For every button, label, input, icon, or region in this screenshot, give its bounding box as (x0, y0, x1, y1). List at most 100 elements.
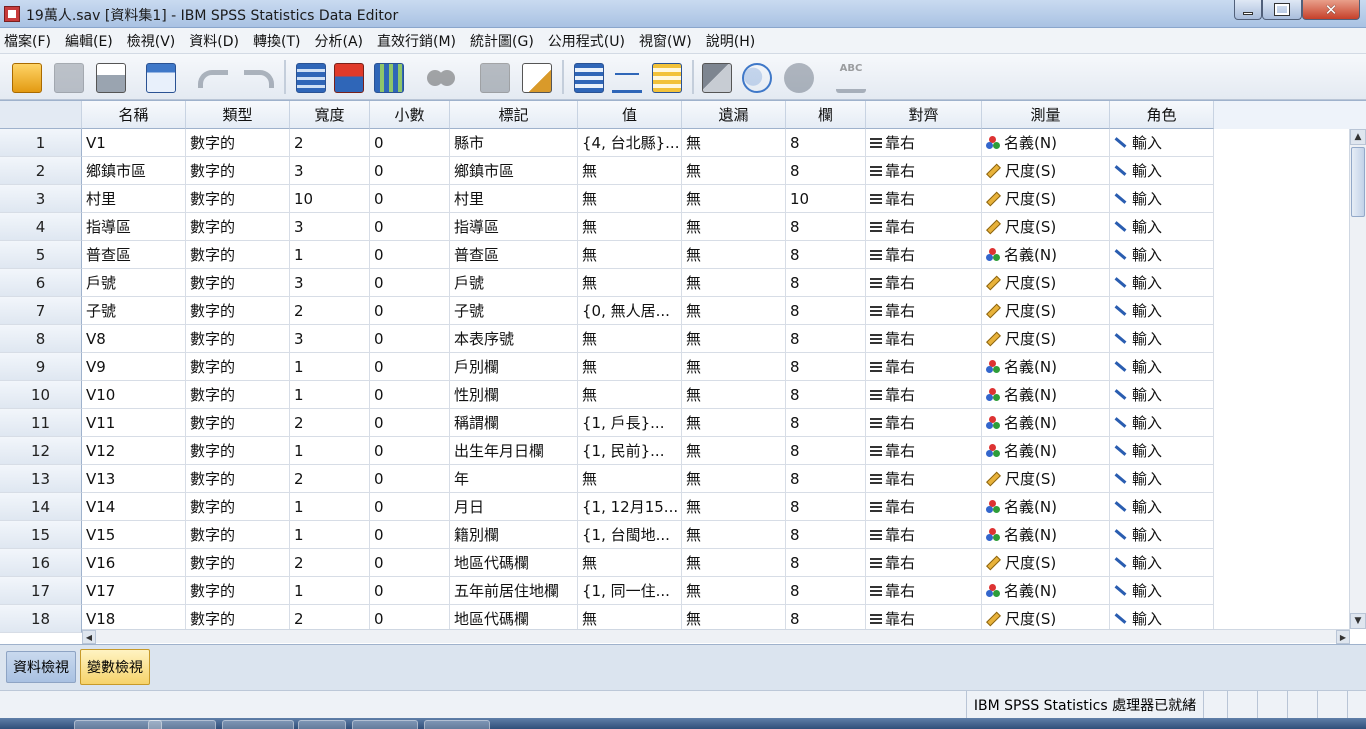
taskbar-button[interactable] (298, 720, 346, 729)
cell-width[interactable]: 2 (290, 549, 370, 577)
row-number[interactable]: 3 (0, 185, 82, 213)
cell-width[interactable]: 1 (290, 577, 370, 605)
cell-align[interactable]: 靠右 (866, 437, 982, 465)
cell-missing[interactable]: 無 (682, 521, 786, 549)
cell-role[interactable]: 輸入 (1110, 437, 1214, 465)
cell-type[interactable]: 數字的 (186, 437, 290, 465)
cell-label[interactable]: 戶別欄 (450, 353, 578, 381)
cell-columns[interactable]: 8 (786, 213, 866, 241)
cell-width[interactable]: 1 (290, 521, 370, 549)
header-measure[interactable]: 測量 (982, 101, 1110, 129)
row-number[interactable]: 5 (0, 241, 82, 269)
minimize-button[interactable] (1234, 0, 1262, 20)
cell-missing[interactable]: 無 (682, 409, 786, 437)
cell-label[interactable]: 指導區 (450, 213, 578, 241)
menu-utilities[interactable]: 公用程式(U) (548, 31, 625, 51)
cell-label[interactable]: 普查區 (450, 241, 578, 269)
taskbar-button[interactable] (352, 720, 418, 729)
cell-label[interactable]: 鄉鎮市區 (450, 157, 578, 185)
cell-measure[interactable]: 名義(N) (982, 129, 1110, 157)
cell-columns[interactable]: 8 (786, 493, 866, 521)
scroll-down-icon[interactable]: ▼ (1350, 613, 1366, 629)
cell-measure[interactable]: 名義(N) (982, 409, 1110, 437)
spss-app-icon[interactable] (4, 6, 20, 22)
menu-analyze[interactable]: 分析(A) (314, 31, 363, 51)
cell-measure[interactable]: 尺度(S) (982, 465, 1110, 493)
cell-measure[interactable]: 尺度(S) (982, 185, 1110, 213)
cell-type[interactable]: 數字的 (186, 493, 290, 521)
cell-align[interactable]: 靠右 (866, 381, 982, 409)
cell-decimals[interactable]: 0 (370, 493, 450, 521)
cell-decimals[interactable]: 0 (370, 213, 450, 241)
row-number[interactable]: 7 (0, 297, 82, 325)
cell-columns[interactable]: 8 (786, 353, 866, 381)
cell-values[interactable]: 無 (578, 185, 682, 213)
cell-columns[interactable]: 8 (786, 269, 866, 297)
menu-transform[interactable]: 轉換(T) (253, 31, 300, 51)
cell-values[interactable]: 無 (578, 325, 682, 353)
menu-graphs[interactable]: 統計圖(G) (470, 31, 534, 51)
cell-columns[interactable]: 8 (786, 297, 866, 325)
cell-missing[interactable]: 無 (682, 381, 786, 409)
cell-missing[interactable]: 無 (682, 185, 786, 213)
cell-role[interactable]: 輸入 (1110, 465, 1214, 493)
cell-width[interactable]: 1 (290, 437, 370, 465)
cell-columns[interactable]: 8 (786, 381, 866, 409)
cell-columns[interactable]: 8 (786, 157, 866, 185)
cell-columns[interactable]: 8 (786, 409, 866, 437)
cell-measure[interactable]: 尺度(S) (982, 157, 1110, 185)
cell-missing[interactable]: 無 (682, 213, 786, 241)
corner-header[interactable] (0, 101, 82, 129)
cell-missing[interactable]: 無 (682, 129, 786, 157)
cell-measure[interactable]: 尺度(S) (982, 325, 1110, 353)
header-label[interactable]: 標記 (450, 101, 578, 129)
cell-columns[interactable]: 8 (786, 437, 866, 465)
cell-role[interactable]: 輸入 (1110, 549, 1214, 577)
cell-measure[interactable]: 尺度(S) (982, 213, 1110, 241)
cell-missing[interactable]: 無 (682, 465, 786, 493)
scroll-up-icon[interactable]: ▲ (1350, 129, 1366, 145)
cell-width[interactable]: 3 (290, 325, 370, 353)
cell-values[interactable]: 無 (578, 213, 682, 241)
cell-columns[interactable]: 10 (786, 185, 866, 213)
cell-missing[interactable]: 無 (682, 269, 786, 297)
cell-values[interactable]: {1, 同一住... (578, 577, 682, 605)
row-number[interactable]: 14 (0, 493, 82, 521)
taskbar-button[interactable] (424, 720, 490, 729)
cell-role[interactable]: 輸入 (1110, 521, 1214, 549)
taskbar-button[interactable] (148, 720, 216, 729)
cell-name[interactable]: V10 (82, 381, 186, 409)
cell-width[interactable]: 3 (290, 269, 370, 297)
cell-role[interactable]: 輸入 (1110, 325, 1214, 353)
cell-decimals[interactable]: 0 (370, 353, 450, 381)
cell-values[interactable]: 無 (578, 465, 682, 493)
cell-label[interactable]: 五年前居住地欄 (450, 577, 578, 605)
cell-name[interactable]: 指導區 (82, 213, 186, 241)
cell-columns[interactable]: 8 (786, 465, 866, 493)
cell-type[interactable]: 數字的 (186, 213, 290, 241)
cell-type[interactable]: 數字的 (186, 297, 290, 325)
cell-align[interactable]: 靠右 (866, 521, 982, 549)
cell-type[interactable]: 數字的 (186, 157, 290, 185)
row-number[interactable]: 2 (0, 157, 82, 185)
recall-dialog-icon[interactable] (146, 63, 176, 93)
cell-measure[interactable]: 名義(N) (982, 493, 1110, 521)
cell-name[interactable]: V16 (82, 549, 186, 577)
cell-width[interactable]: 2 (290, 297, 370, 325)
cell-label[interactable]: 地區代碼欄 (450, 549, 578, 577)
cell-decimals[interactable]: 0 (370, 269, 450, 297)
header-type[interactable]: 類型 (186, 101, 290, 129)
cell-measure[interactable]: 名義(N) (982, 577, 1110, 605)
cell-values[interactable]: {4, 台北縣}... (578, 129, 682, 157)
cell-width[interactable]: 2 (290, 129, 370, 157)
header-role[interactable]: 角色 (1110, 101, 1214, 129)
menu-view[interactable]: 檢視(V) (127, 31, 176, 51)
cell-type[interactable]: 數字的 (186, 381, 290, 409)
cell-role[interactable]: 輸入 (1110, 353, 1214, 381)
maximize-button[interactable] (1262, 0, 1302, 20)
cell-missing[interactable]: 無 (682, 353, 786, 381)
cell-role[interactable]: 輸入 (1110, 241, 1214, 269)
cell-missing[interactable]: 無 (682, 493, 786, 521)
cell-align[interactable]: 靠右 (866, 213, 982, 241)
cell-missing[interactable]: 無 (682, 549, 786, 577)
